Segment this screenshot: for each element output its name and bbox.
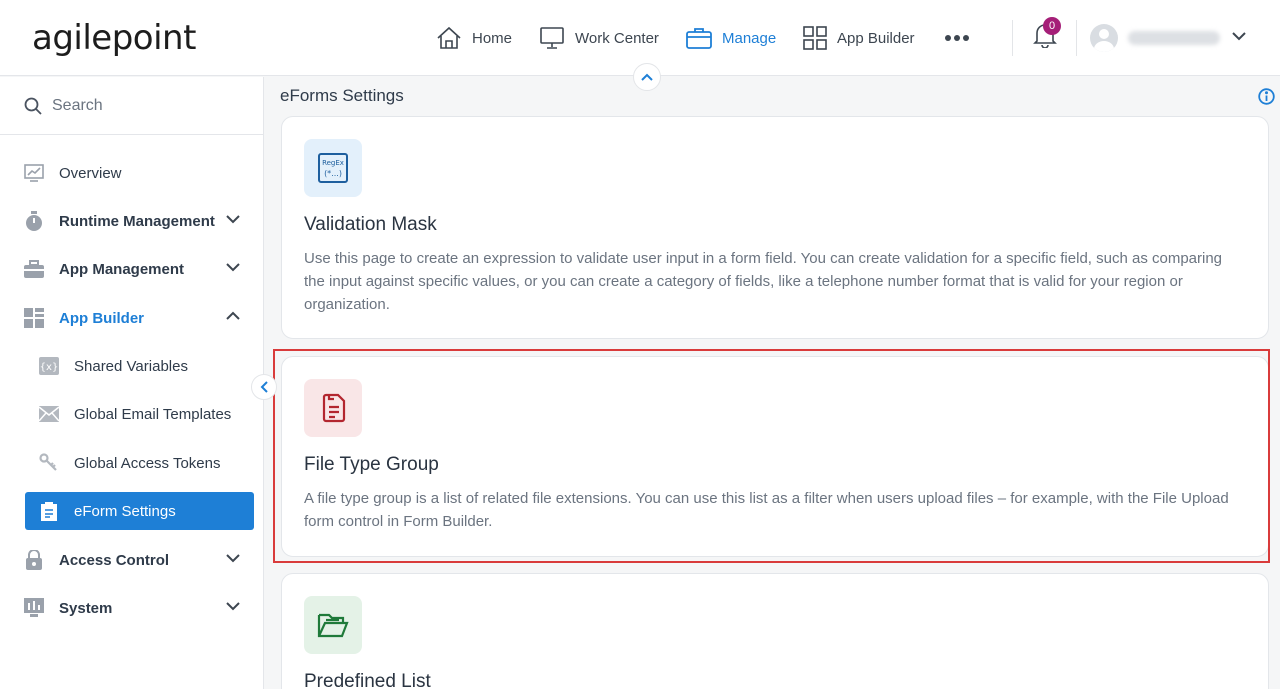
search-input[interactable]: Search: [52, 97, 103, 115]
regex-icon: RegEx (*...): [318, 153, 348, 183]
validation-mask-tile: RegEx (*...): [304, 139, 362, 197]
info-icon[interactable]: [1258, 88, 1275, 105]
nav-app-builder[interactable]: App Builder: [803, 0, 915, 76]
nav-home[interactable]: Home: [436, 0, 512, 76]
nav-manage[interactable]: Manage: [686, 0, 776, 76]
search-icon: [24, 97, 42, 115]
sidebar-item-global-access-tokens[interactable]: Global Access Tokens: [39, 444, 254, 482]
nav-app-builder-label: App Builder: [837, 29, 915, 47]
sidebar-item-label: Overview: [59, 164, 122, 182]
nav-manage-label: Manage: [722, 29, 777, 47]
sidebar-item-label: Global Access Tokens: [74, 454, 221, 472]
chevron-down-icon: [226, 263, 240, 272]
sidebar-item-access-control[interactable]: Access Control: [24, 541, 254, 579]
variable-icon: {x}: [39, 357, 59, 375]
validation-mask-title: Validation Mask: [304, 214, 437, 235]
folder-open-icon: [317, 613, 349, 638]
file-type-group-tile: [304, 379, 362, 437]
sidebar-item-app-builder[interactable]: App Builder: [24, 299, 254, 337]
chart-icon: [24, 164, 44, 182]
chevron-left-icon: [260, 381, 268, 393]
chevron-up-icon: [226, 311, 240, 320]
chevron-up-icon: [641, 73, 653, 81]
chevron-down-icon: [226, 602, 240, 611]
chevron-down-icon: [226, 554, 240, 563]
validation-mask-card[interactable]: RegEx (*...) Validation Mask Use this pa…: [281, 116, 1269, 339]
toolbox-icon: [24, 260, 44, 278]
sidebar-item-label: Shared Variables: [74, 357, 188, 375]
envelope-icon: [39, 406, 59, 422]
sidebar-item-label: eForm Settings: [74, 502, 176, 520]
sidebar-item-label: System: [59, 599, 113, 617]
nav-work-center-label: Work Center: [575, 29, 659, 47]
monitor-icon: [540, 27, 564, 49]
sidebar-item-system[interactable]: System: [24, 589, 254, 627]
more-menu-button[interactable]: [944, 0, 970, 76]
nav-divider: [1012, 20, 1013, 56]
predefined-list-card[interactable]: Predefined List: [281, 573, 1269, 689]
file-type-group-card[interactable]: File Type Group A file type group is a l…: [281, 356, 1269, 557]
home-icon: [437, 26, 461, 49]
regex-icon-text: RegEx: [322, 159, 344, 167]
system-icon: [24, 598, 44, 617]
predefined-list-title: Predefined List: [304, 671, 431, 689]
sidebar-item-global-email-templates[interactable]: Global Email Templates: [39, 395, 254, 433]
briefcase-icon: [686, 28, 712, 49]
sidebar-item-runtime-management[interactable]: Runtime Management: [24, 202, 254, 240]
blocks-icon: [24, 308, 44, 328]
predefined-list-tile: [304, 596, 362, 654]
validation-mask-description: Use this page to create an expression to…: [304, 250, 1223, 313]
collapse-sidebar-button[interactable]: [251, 374, 277, 400]
notification-badge: 0: [1043, 17, 1061, 35]
sidebar-item-eform-settings[interactable]: eForm Settings: [25, 492, 254, 530]
agilepoint-logo[interactable]: agilepoint: [32, 18, 196, 58]
sidebar-item-label: App Management: [59, 260, 185, 278]
collapse-header-button[interactable]: [633, 63, 661, 91]
sidebar-search[interactable]: Search: [0, 77, 263, 135]
avatar[interactable]: [1090, 24, 1118, 52]
sidebar-item-app-management[interactable]: App Management: [24, 250, 254, 288]
grid-icon: [803, 26, 827, 50]
sidebar-item-overview[interactable]: Overview: [24, 154, 254, 192]
sidebar-item-label: Access Control: [59, 551, 170, 569]
svg-text:{x}: {x}: [40, 362, 59, 373]
sidebar-item-label: App Builder: [59, 309, 144, 327]
nav-home-label: Home: [472, 29, 513, 47]
stopwatch-icon: [26, 211, 42, 231]
chevron-down-icon[interactable]: [1232, 31, 1246, 41]
regex-icon-pattern: (*...): [324, 169, 342, 178]
page-title: eForms Settings: [280, 86, 404, 105]
clipboard-icon: [41, 502, 57, 521]
sidebar: Search Overview Runtime Management App M…: [0, 77, 264, 689]
sidebar-item-label: Runtime Management: [59, 212, 215, 230]
sidebar-item-shared-variables[interactable]: {x} Shared Variables: [39, 347, 254, 385]
nav-divider: [1076, 20, 1077, 56]
chevron-down-icon: [226, 215, 240, 224]
keys-icon: [39, 453, 57, 471]
more-icon: [945, 35, 969, 41]
lock-icon: [26, 550, 42, 570]
file-type-group-title: File Type Group: [304, 454, 439, 475]
username-blurred[interactable]: [1128, 31, 1220, 45]
sidebar-item-label: Global Email Templates: [74, 405, 232, 423]
file-list-icon: [322, 393, 346, 423]
file-type-group-description: A file type group is a list of related f…: [304, 490, 1229, 530]
